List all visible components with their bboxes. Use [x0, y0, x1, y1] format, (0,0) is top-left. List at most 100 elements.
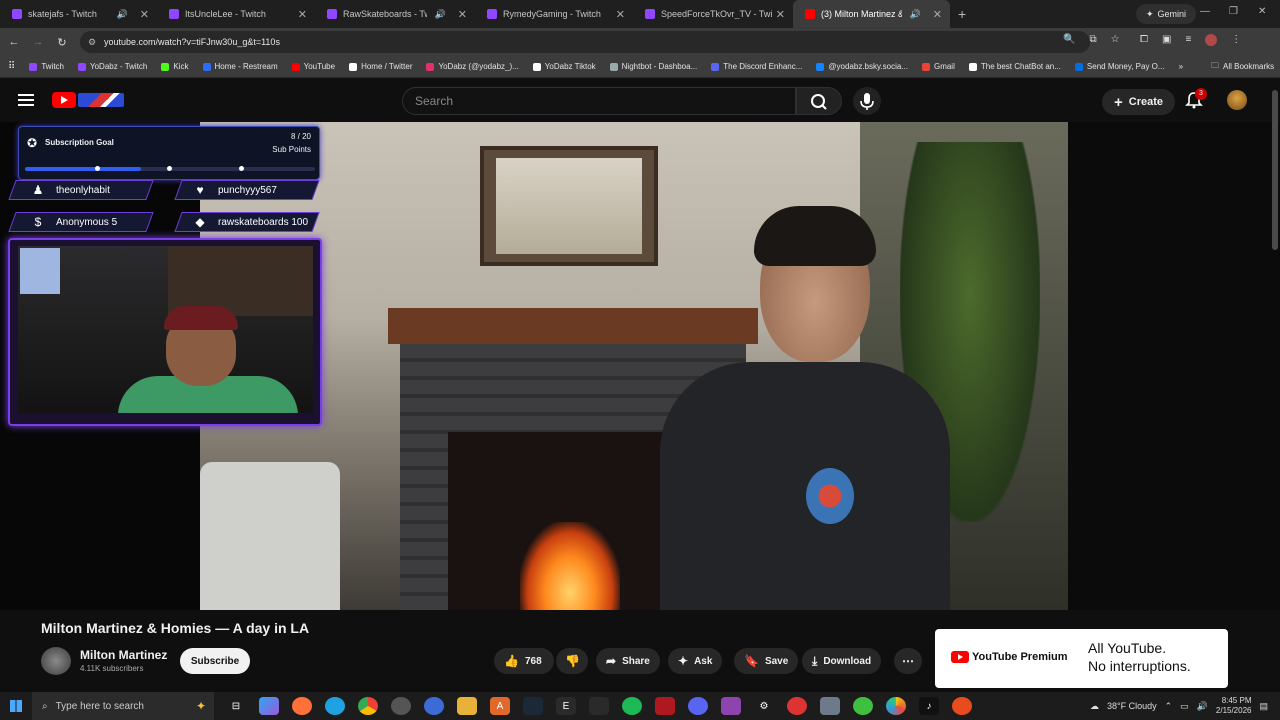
site-info-icon[interactable]: ⚙ — [88, 37, 96, 48]
url-field[interactable]: ⚙ youtube.com/watch?v=tiFJnw30u_g&t=110s — [80, 31, 1090, 53]
steam-icon[interactable] — [523, 697, 543, 715]
forward-icon[interactable]: → — [26, 36, 50, 48]
bookmark-item[interactable]: YouTube — [291, 62, 335, 71]
hamburger-menu-icon[interactable] — [18, 94, 34, 109]
start-button[interactable] — [0, 692, 32, 720]
app-icon[interactable]: A — [490, 697, 510, 715]
bookmark-item[interactable]: Gmail — [921, 62, 955, 71]
zoom-icon[interactable]: 🔍 — [1063, 34, 1075, 45]
tab-3[interactable]: RymedyGaming - Twitch ✕ — [475, 0, 633, 28]
bookmark-item[interactable]: Kick — [161, 62, 189, 71]
file-explorer-icon[interactable] — [457, 697, 477, 715]
taskbar-search[interactable]: ⌕ Type here to search ✦ — [32, 692, 214, 720]
clock[interactable]: 8:45 PM 2/15/2026 — [1216, 696, 1252, 716]
bookmark-item[interactable]: YoDabz Tiktok — [532, 62, 596, 71]
tab-5-active[interactable]: (3) Milton Martinez & Hom 🔊 ✕ — [793, 0, 950, 28]
speaker-icon[interactable]: 🔊 — [117, 9, 128, 20]
tab-4[interactable]: SpeedForceTkOvr_TV - Twitch ✕ — [633, 0, 793, 28]
bookmark-item[interactable]: @yodabz.bsky.socia... — [816, 62, 908, 71]
reading-list-icon[interactable]: ≡ — [1185, 34, 1191, 46]
search-input[interactable]: Search — [402, 87, 796, 115]
share-button[interactable]: ➦ Share — [596, 648, 660, 674]
close-tab-icon[interactable]: ✕ — [776, 8, 785, 21]
bookmark-item[interactable]: Nightbot - Dashboa... — [609, 62, 697, 71]
app-icon[interactable] — [952, 697, 972, 715]
bookmarks-overflow-icon[interactable]: » — [1179, 62, 1183, 71]
youtube-logo[interactable] — [52, 92, 124, 108]
app-icon[interactable] — [886, 697, 906, 715]
side-panel-icon[interactable]: ▣ — [1162, 34, 1171, 46]
edge-icon[interactable] — [325, 697, 345, 715]
app-icon[interactable] — [655, 697, 675, 715]
close-tab-icon[interactable]: ✕ — [140, 8, 149, 21]
reload-icon[interactable]: ↻ — [50, 36, 74, 49]
notifications-icon[interactable]: ▤ — [1259, 701, 1268, 712]
app-icon[interactable] — [589, 697, 609, 715]
create-button[interactable]: + Create — [1102, 89, 1176, 115]
weather-text[interactable]: 38°F Cloudy — [1107, 701, 1157, 711]
like-button[interactable]: 👍 768 — [494, 648, 554, 674]
gemini-button[interactable]: ✦ Gemini — [1135, 4, 1196, 24]
app-icon[interactable] — [424, 697, 444, 715]
bookmark-item[interactable]: The best ChatBot an... — [968, 62, 1061, 71]
cast-icon[interactable]: ⧉ — [1089, 34, 1096, 45]
spotify-icon[interactable] — [622, 697, 642, 715]
close-tab-icon[interactable]: ✕ — [298, 8, 307, 21]
tab-1[interactable]: ItsUncleLee - Twitch ✕ — [157, 0, 315, 28]
back-icon[interactable]: ← — [2, 36, 26, 48]
page-scrollbar[interactable] — [1272, 90, 1278, 250]
all-bookmarks-button[interactable]: 🗀 All Bookmarks — [1211, 60, 1274, 74]
volume-icon[interactable]: 🔊 — [1197, 701, 1208, 712]
ask-button[interactable]: ✦ Ask — [668, 648, 723, 674]
save-button[interactable]: 🔖 Save — [734, 648, 799, 674]
close-tab-icon[interactable]: ✕ — [616, 8, 625, 21]
profile-avatar-icon[interactable] — [1205, 34, 1218, 46]
bookmark-item[interactable]: Home / Twitter — [349, 62, 412, 71]
tiktok-icon[interactable]: ♪ — [919, 697, 939, 715]
bookmark-item[interactable]: YoDabz (@yodabz_)... — [426, 62, 519, 71]
app-icon[interactable] — [721, 697, 741, 715]
menu-kebab-icon[interactable]: ⋮ — [1231, 34, 1241, 46]
close-tab-icon[interactable]: ✕ — [933, 8, 942, 21]
epic-games-icon[interactable]: E — [556, 697, 576, 715]
bookmark-item[interactable]: Twitch — [29, 62, 64, 71]
bookmark-item[interactable]: YoDabz - Twitch — [78, 62, 147, 71]
close-tab-icon[interactable]: ✕ — [458, 8, 467, 21]
channel-avatar[interactable] — [41, 647, 71, 675]
account-avatar[interactable] — [1227, 90, 1247, 110]
speaker-icon[interactable]: 🔊 — [910, 9, 921, 20]
subscribe-button[interactable]: Subscribe — [180, 648, 250, 674]
minimize-icon[interactable]: — — [1200, 6, 1210, 17]
premium-promo[interactable]: YouTube Premium All YouTube. No interrup… — [935, 629, 1228, 688]
tab-2[interactable]: RawSkateboards - Twitch 🔊 ✕ — [315, 0, 475, 28]
discord-icon[interactable] — [688, 697, 708, 715]
bookmark-item[interactable]: The Discord Enhanc... — [711, 62, 802, 71]
bookmark-item[interactable]: Send Money, Pay O... — [1074, 62, 1165, 71]
chrome-icon[interactable] — [358, 697, 378, 715]
dislike-button[interactable]: 👎 — [556, 648, 588, 674]
settings-gear-icon[interactable]: ⚙ — [754, 697, 774, 715]
apps-grid-icon[interactable]: ⠿ — [8, 61, 15, 72]
app-icon[interactable] — [853, 697, 873, 715]
speaker-icon[interactable]: 🔊 — [435, 9, 446, 20]
download-button[interactable]: ⤓ Download — [802, 648, 882, 674]
more-actions-button[interactable]: ⋯ — [894, 648, 922, 674]
voice-search-button[interactable] — [853, 87, 881, 115]
tab-0[interactable]: skatejafs - Twitch 🔊 ✕ — [0, 0, 157, 28]
network-icon[interactable]: ▭ — [1180, 701, 1189, 712]
search-button[interactable] — [796, 87, 842, 115]
maximize-icon[interactable]: ❐ — [1229, 6, 1238, 17]
obs-icon[interactable] — [391, 697, 411, 715]
tray-expand-icon[interactable]: ⌃ — [1165, 701, 1173, 712]
channel-name[interactable]: Milton Martinez — [80, 648, 167, 662]
copilot-icon[interactable] — [259, 697, 279, 715]
app-icon[interactable] — [820, 697, 840, 715]
bookmark-star-icon[interactable]: ☆ — [1111, 34, 1120, 45]
firefox-icon[interactable] — [292, 697, 312, 715]
bookmark-item[interactable]: Home - Restream — [202, 62, 278, 71]
extensions-icon[interactable]: ⧠ — [1140, 34, 1148, 46]
new-tab-icon[interactable]: + — [958, 6, 966, 22]
app-icon[interactable] — [787, 697, 807, 715]
close-window-icon[interactable]: ✕ — [1258, 6, 1266, 17]
task-view-icon[interactable]: ⊟ — [226, 697, 246, 715]
